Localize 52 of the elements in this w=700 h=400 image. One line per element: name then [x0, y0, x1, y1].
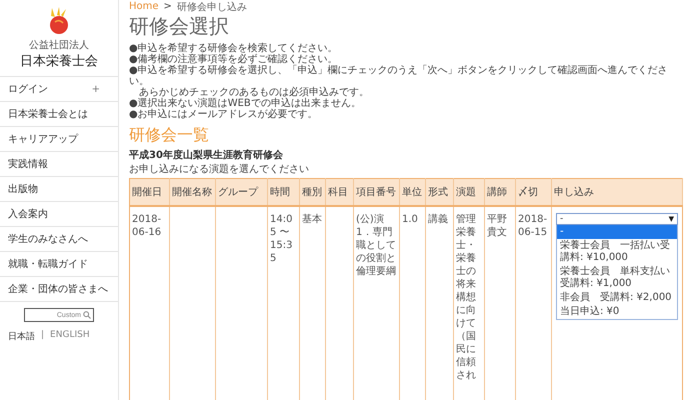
- column-header: 種別: [300, 178, 326, 206]
- table-cell: 2018-06-16: [130, 206, 170, 400]
- expand-icon[interactable]: +: [92, 84, 100, 94]
- column-header: グループ: [216, 178, 268, 206]
- table-cell: (公)演1．専門職としての役割と倫理要綱: [354, 206, 400, 400]
- instruction-note: ●申込を希望する研修会を選択し、「申込」欄にチェックのうえ「次へ」ボタンをクリックして確認画面へ進んでください。: [129, 65, 669, 87]
- instruction-text: お申し込みになる演題を選んでください: [129, 162, 310, 176]
- table-cell: 平野貴文: [484, 206, 516, 400]
- column-header: 講師: [484, 178, 516, 206]
- table-cell: 1.0: [400, 206, 426, 400]
- language-link[interactable]: ENGLISH: [50, 330, 90, 343]
- sidebar-item[interactable]: ログイン +: [0, 76, 118, 101]
- search-icon: [83, 311, 91, 319]
- sidebar-item-label: ログイン: [8, 83, 48, 96]
- language-link[interactable]: 日本語: [8, 330, 35, 343]
- table-cell: 14:05 〜 15:35: [268, 206, 300, 400]
- column-header: 開催日: [130, 178, 170, 206]
- breadcrumb-separator: >: [164, 1, 172, 12]
- sidebar-item[interactable]: 就職・転職ガイド: [0, 251, 118, 276]
- table-cell: 2018-06-15: [516, 206, 552, 400]
- table-cell: 管理栄養士・栄養士の将来構想に向けて（国民に信頼され: [454, 206, 484, 400]
- column-header: 単位: [400, 178, 426, 206]
- instruction-note: ●選択出来ない演題はWEBでの申込は出来ません。: [129, 98, 362, 109]
- section-title: 研修会一覧: [129, 125, 210, 146]
- sidebar-item[interactable]: 入会案内: [0, 201, 118, 226]
- column-header: 科目: [326, 178, 354, 206]
- sidebar-item[interactable]: キャリアアップ: [0, 126, 118, 151]
- event-name: 平成30年度山梨県生涯教育研修会: [129, 148, 284, 162]
- column-header: 〆切: [516, 178, 552, 206]
- column-header: 演題: [454, 178, 484, 206]
- column-header: 形式: [426, 178, 454, 206]
- sidebar-item[interactable]: 実践情報: [0, 151, 118, 176]
- column-header: 開催名称: [170, 178, 216, 206]
- sidebar-item[interactable]: 日本栄養士会とは: [0, 101, 118, 126]
- sidebar-item[interactable]: 出版物: [0, 176, 118, 201]
- sidebar-item[interactable]: 企業・団体の皆さまへ: [0, 276, 118, 301]
- current-page-label: 研修会申し込み: [176, 0, 247, 14]
- instruction-note: ●備考欄の注意事項等を必ずご確認ください。: [129, 54, 339, 65]
- column-header: 申し込み: [552, 178, 682, 206]
- column-header: 項目番号: [354, 178, 400, 206]
- table-cell: 講義: [426, 206, 454, 400]
- page-title: 研修会選択: [129, 13, 230, 40]
- language-separator: |: [41, 330, 44, 342]
- organization-name: 日本栄養士会: [20, 53, 98, 70]
- organization-subtitle: 公益社団法人: [29, 38, 89, 52]
- dropdown-option[interactable]: -: [557, 225, 677, 239]
- instruction-note: あらかじめチェックのあるものは必須申込みです。: [138, 87, 370, 98]
- instruction-note: ●申込を希望する研修会を検索してください。: [129, 43, 339, 54]
- sidebar-item[interactable]: 学生のみなさんへ: [0, 226, 118, 251]
- table-cell: 基本: [300, 206, 326, 400]
- column-header: 時間: [268, 178, 300, 206]
- instruction-note: ●お申込にはメールアドレスが必要です。: [129, 109, 319, 120]
